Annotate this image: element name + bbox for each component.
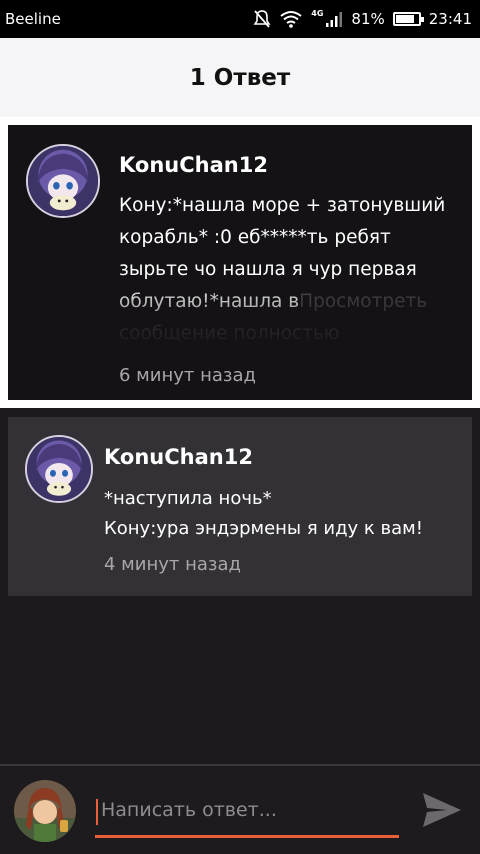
status-icons: 4G 81% 23:41 (253, 9, 472, 29)
post-time: 6 минут назад (119, 365, 256, 386)
post-author[interactable]: KonuChan12 (119, 153, 268, 177)
avatar[interactable] (26, 144, 100, 218)
page-header: 1 Ответ (0, 38, 480, 117)
clock: 23:41 (428, 10, 472, 28)
status-bar: Beeline 4G 81% 23:41 (0, 0, 480, 38)
battery-percent: 81% (351, 10, 385, 28)
reply-text: *наступила ночь* Кону:ура эндэрмены я ид… (104, 484, 423, 544)
avatar[interactable] (25, 435, 93, 503)
page-title: 1 Ответ (189, 64, 291, 91)
original-post[interactable]: KonuChan12 Кону:*нашла море + затонувший… (8, 125, 472, 400)
network-type: 4G (311, 8, 324, 18)
text-caret (96, 799, 98, 825)
carrier-name: Beeline (5, 10, 61, 28)
reply-composer (0, 764, 480, 854)
reply-author[interactable]: KonuChan12 (104, 445, 253, 469)
original-post-container: KonuChan12 Кону:*нашла море + затонувший… (0, 117, 480, 408)
signal-icon (325, 10, 343, 28)
battery-level (395, 15, 414, 23)
reply-item[interactable]: KonuChan12 *наступила ночь* Кону:ура энд… (8, 417, 472, 596)
mute-icon (253, 9, 271, 29)
reply-input[interactable] (95, 790, 399, 838)
post-text: Кону:*нашла море + затонувший корабль* :… (119, 190, 464, 350)
battery-icon (392, 12, 424, 26)
send-button[interactable] (418, 790, 466, 834)
reply-time: 4 минут назад (104, 554, 241, 575)
send-icon (421, 791, 463, 833)
reply-line-1: *наступила ночь* (104, 488, 272, 509)
reply-line-2: Кону:ура эндэрмены я иду к вам! (104, 518, 423, 539)
user-avatar[interactable] (14, 780, 76, 842)
wifi-icon (279, 10, 303, 28)
